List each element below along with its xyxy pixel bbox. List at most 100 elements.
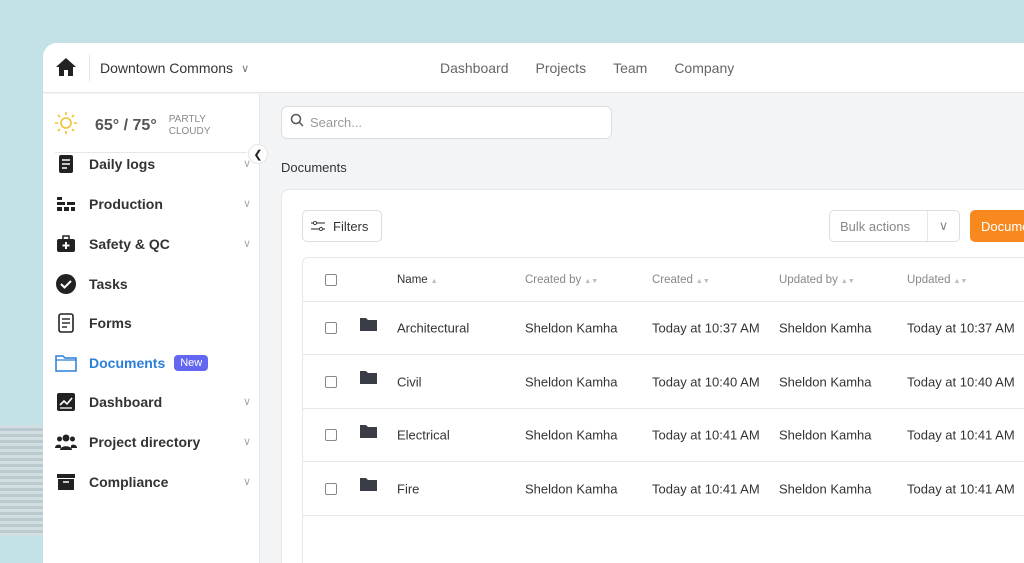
sidebar-item-tasks[interactable]: Tasks [55,269,251,299]
cell: Today at 10:41 AM [652,427,760,443]
column-label: Updated by [779,273,838,286]
table-row[interactable]: Electrical Sheldon Kamha Today at 10:41 AM… [303,409,1024,462]
sort-icon: ▲▼ [953,277,968,285]
row-checkbox[interactable] [325,375,337,388]
production-icon [55,193,77,215]
first-aid-icon [55,233,77,255]
cell: Sheldon Kamha [779,320,872,336]
sidebar-item-forms[interactable]: Forms [55,308,251,338]
top-header: Downtown Commons ∨ Dashboard Projects Tea… [43,43,1024,93]
chevron-down-icon[interactable]: ∨ [243,475,251,488]
table-row[interactable]: Fire Sheldon Kamha Today at 10:41 AM Sheldo… [303,463,1024,516]
table-row[interactable] [303,516,1024,563]
temperature: 65° / 75° [95,116,157,134]
file-name[interactable]: Fire [397,481,419,496]
background-building [0,425,43,536]
condition-line2: CLOUDY [168,125,211,137]
folder-icon [360,478,377,494]
nav-team[interactable]: Team [613,60,647,76]
folder-icon [360,371,377,387]
sidebar-item-daily-logs[interactable]: Daily logs ∨ [55,149,251,179]
row-checkbox[interactable] [325,322,337,334]
select-all-checkbox[interactable] [325,273,337,286]
sidebar-item-label: Daily logs [89,156,156,172]
condition-line1: PARTLY [168,113,206,125]
cell: Sheldon Kamha [525,374,618,389]
sidebar-item-label: Forms [89,315,132,331]
row-checkbox[interactable] [325,482,337,495]
bulk-actions-label: Bulk actions [840,218,911,234]
collapse-sidebar-button[interactable]: ❮ [248,144,268,164]
folder-icon [360,424,377,441]
sidebar-item-label: Dashboard [89,394,163,410]
sort-icon: ▲▼ [584,277,599,285]
filters-label: Filters [333,218,369,234]
file-name[interactable]: Electrical [397,428,450,443]
weather-widget: 65° / 75° PARTLY CLOUDY [55,112,210,139]
bulk-actions-dropdown[interactable]: Bulk actions ∨ [829,210,960,242]
cell: Sheldon Kamha [525,427,618,443]
sidebar-item-project-directory[interactable]: Project directory ∨ [55,427,251,457]
file-name[interactable]: Civil [397,374,422,389]
sidebar-item-compliance[interactable]: Compliance ∨ [55,467,251,497]
column-header[interactable]: Name ▲ [397,274,438,286]
chevron-left-icon: ❮ [253,148,263,161]
cell: Sheldon Kamha [525,320,618,336]
nav-projects[interactable]: Projects [536,60,587,76]
nav-dashboard[interactable]: Dashboard [440,60,509,76]
column-header[interactable]: Created ▲▼ [652,274,710,286]
main-content: Documents Filters Bulk actions ∨ Documen… [261,94,1024,563]
table-row[interactable]: Civil Sheldon Kamha Today at 10:40 AM Sheld… [303,356,1024,409]
cell: Today at 10:41 AM [907,427,1015,443]
new-badge: New [174,355,209,371]
sidebar-item-label: Compliance [89,474,169,490]
check-circle-icon [55,273,77,295]
cell: Today at 10:37 AM [652,320,760,336]
chart-icon [55,391,77,413]
folder-icon [55,352,77,374]
file-name[interactable]: Architectural [397,321,469,336]
weather-condition: PARTLY CLOUDY [169,114,211,138]
sort-icon: ▲ [430,277,438,285]
cell: Today at 10:40 AM [652,374,760,389]
form-icon [55,312,77,334]
cell: Sheldon Kamha [525,481,618,496]
search-icon [290,113,304,132]
primary-label: Documents [981,218,1024,234]
chevron-down-icon[interactable]: ∨ [243,237,251,250]
search-input[interactable] [310,115,590,130]
sidebar-item-label: Project directory [89,434,201,450]
column-header[interactable]: Updated by ▲▼ [779,274,855,286]
sidebar-item-documents[interactable]: Documents New [55,348,251,378]
sidebar-item-production[interactable]: Production ∨ [55,189,251,219]
column-header[interactable]: Created by ▲▼ [525,274,598,286]
sidebar-item-label: Tasks [89,276,128,292]
sidebar-item-label: Documents [89,355,166,371]
column-header[interactable]: Updated ▲▼ [907,274,967,286]
chevron-down-icon[interactable]: ∨ [243,197,251,210]
table-header: Name ▲ Created by ▲▼ Created ▲▼ Updated by ▲▼ Up… [303,258,1024,302]
project-selector[interactable]: Downtown Commons ∨ [100,60,249,76]
filters-button[interactable]: Filters [302,210,382,242]
cell: Sheldon Kamha [779,374,872,389]
documents-table: Name ▲ Created by ▲▼ Created ▲▼ Updated by ▲▼ Up… [302,257,1024,563]
cell: Sheldon Kamha [779,427,872,443]
chevron-down-icon[interactable]: ∨ [243,435,251,448]
chevron-down-icon[interactable]: ∨ [243,395,251,408]
cell: Sheldon Kamha [779,481,872,496]
cell: Today at 10:37 AM [907,320,1015,336]
sun-icon [55,112,77,139]
home-icon[interactable] [55,57,77,82]
nav-company[interactable]: Company [674,60,734,76]
table-row[interactable]: Architectural Sheldon Kamha Today at 10:37… [303,302,1024,355]
chevron-down-icon[interactable]: ∨ [927,211,959,241]
documents-primary-button[interactable]: Documents [970,210,1024,242]
sidebar-item-safety-qc[interactable]: Safety & QC ∨ [55,229,251,259]
divider [89,55,90,81]
sort-icon: ▲▼ [695,277,710,285]
search-box[interactable] [281,106,612,139]
sidebar-item-label: Safety & QC [89,236,170,252]
row-checkbox[interactable] [325,429,337,441]
sidebar-item-dashboard[interactable]: Dashboard ∨ [55,387,251,417]
cell: Today at 10:41 AM [907,481,1015,496]
